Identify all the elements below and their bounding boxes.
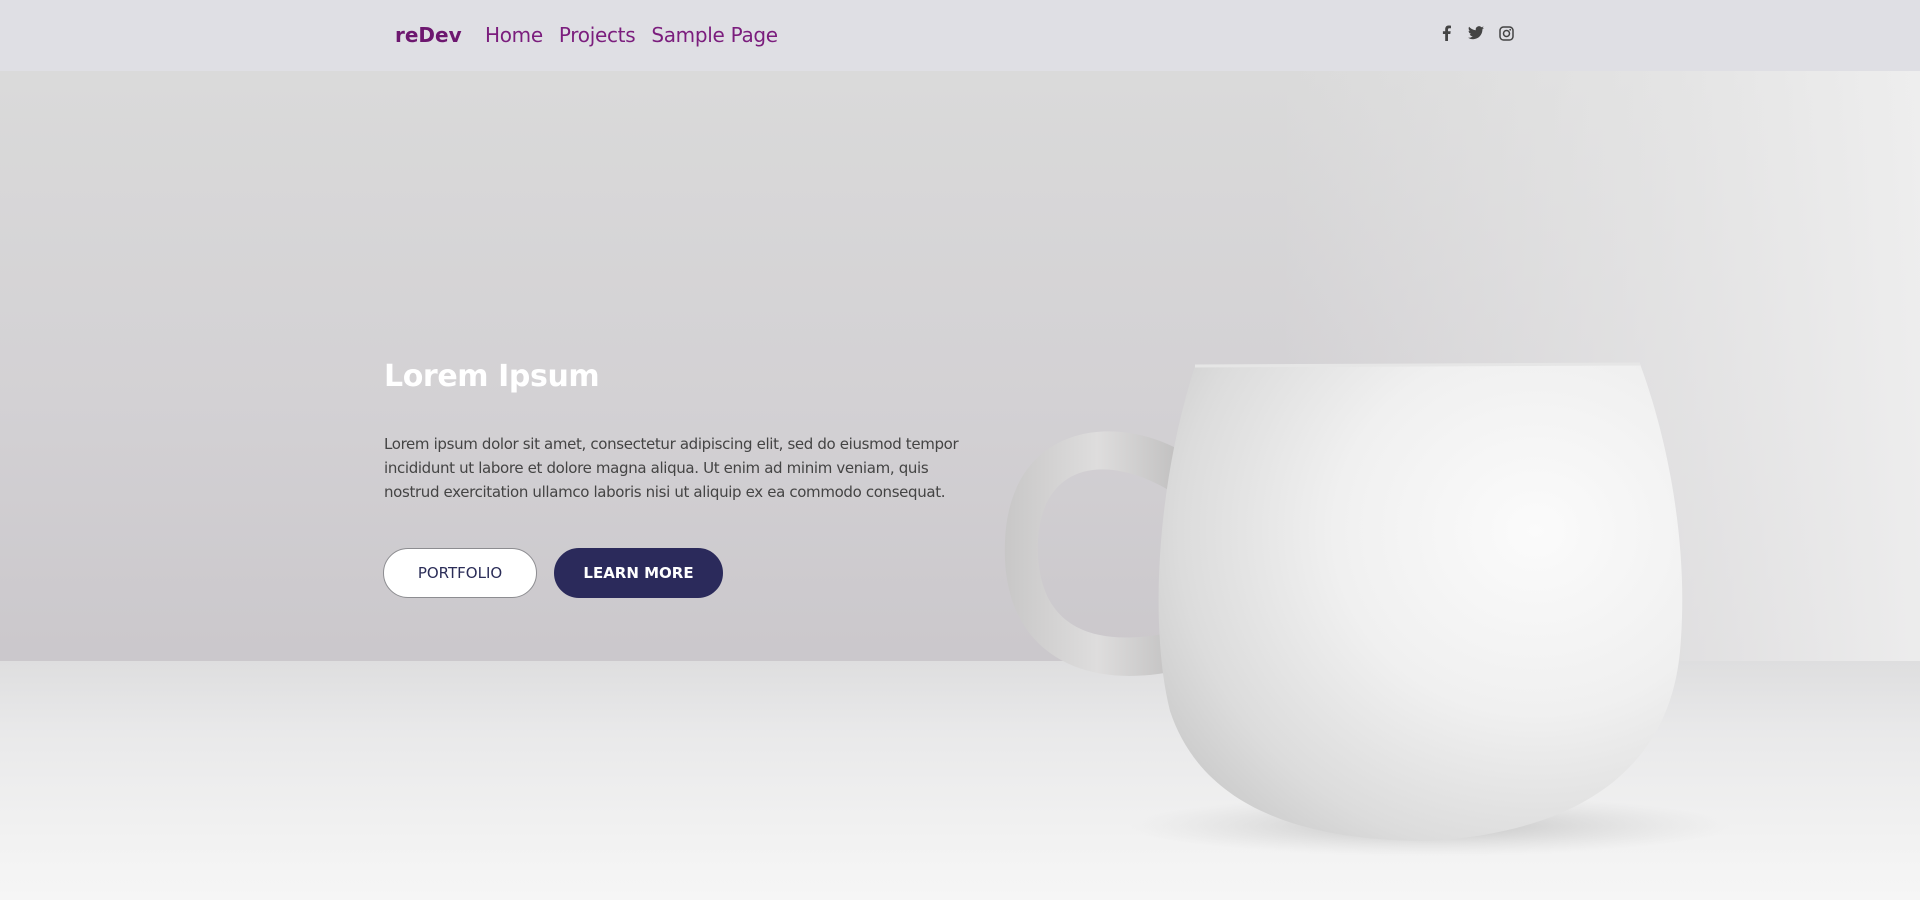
portfolio-button[interactable]: PORTFOLIO [383,548,537,598]
twitter-icon[interactable] [1468,24,1484,42]
learn-more-button[interactable]: LEARN MORE [554,548,723,598]
hero-description: Lorem ipsum dolor sit amet, consectetur … [384,435,959,501]
nav-link-sample-page[interactable]: Sample Page [651,21,778,49]
nav-link-home[interactable]: Home [485,21,543,49]
nav-link-projects[interactable]: Projects [559,21,636,49]
brand-logo[interactable]: reDev [395,21,462,49]
hero-section: Lorem Ipsum Lorem ipsum dolor sit amet, … [0,71,1920,900]
facebook-icon[interactable] [1438,24,1454,42]
instagram-icon[interactable] [1498,24,1514,42]
page: reDev Home Projects Sample Page Lorem Ip… [0,0,1920,900]
hero-title: Lorem Ipsum [384,359,600,394]
social-links [1438,24,1514,42]
main-nav: Home Projects Sample Page [485,21,778,49]
navbar: reDev Home Projects Sample Page [0,0,1920,71]
